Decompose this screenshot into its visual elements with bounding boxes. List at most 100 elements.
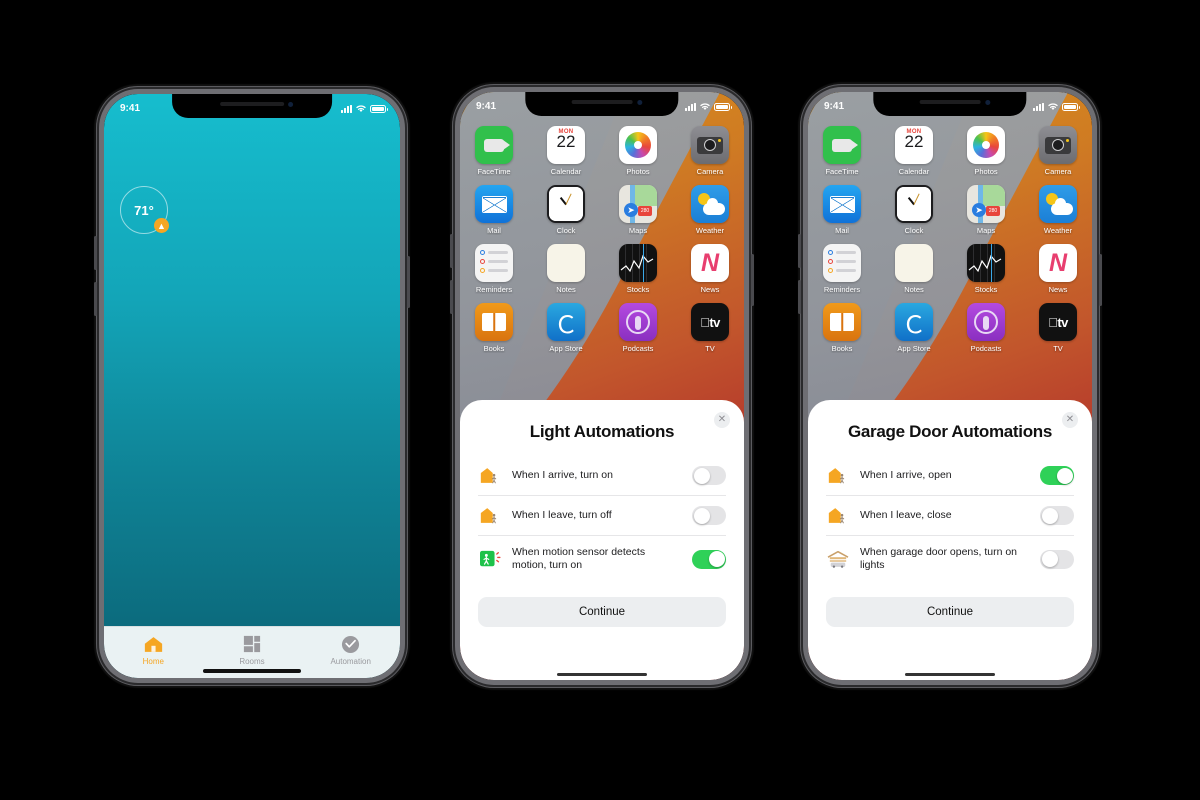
automation-row[interactable]: When I leave, turn off	[478, 495, 726, 535]
springboard-screen: 9:41 FaceTime MON 22 Calendar Photos Cam…	[460, 92, 744, 680]
battery-icon	[1062, 102, 1080, 111]
automation-toggle[interactable]	[692, 466, 726, 486]
news-icon: N	[1039, 244, 1077, 282]
app-clock[interactable]: Clock	[890, 185, 938, 235]
app-weather[interactable]: Weather	[1034, 185, 1082, 235]
mail-icon	[823, 185, 861, 223]
app-reminders[interactable]: Reminders	[470, 244, 518, 294]
close-icon[interactable]: ✕	[1062, 412, 1078, 428]
app-books[interactable]: Books	[470, 303, 518, 353]
app-label: Photos	[974, 167, 998, 176]
app-camera[interactable]: Camera	[686, 126, 734, 176]
app-camera[interactable]: Camera	[1034, 126, 1082, 176]
power-button[interactable]	[751, 254, 754, 306]
app-clock[interactable]: Clock	[542, 185, 590, 235]
app-podcasts[interactable]: Podcasts	[962, 303, 1010, 353]
volume-buttons[interactable]	[94, 236, 97, 270]
automation-clock-icon	[301, 633, 400, 655]
app-label: TV	[705, 344, 715, 353]
books-icon	[823, 303, 861, 341]
notch	[172, 94, 332, 118]
automation-row[interactable]: When motion sensor detects motion, turn …	[478, 535, 726, 583]
news-icon: N	[691, 244, 729, 282]
automation-rows: When I arrive, turn on When I leave, tur…	[478, 456, 726, 583]
automation-rows: When I arrive, open When I leave, close …	[826, 456, 1074, 583]
automation-row[interactable]: When garage door opens, turn on lights	[826, 535, 1074, 583]
phone-screen-bezel: 9:41 FaceTime MON 22 Calendar Photos Cam…	[808, 92, 1092, 680]
continue-button[interactable]: Continue	[478, 596, 726, 627]
app-apple-tv[interactable]: tv TV	[686, 303, 734, 353]
garage-door-icon	[826, 549, 850, 569]
phone-screen-bezel: 9:41	[460, 92, 744, 680]
app-mail[interactable]: Mail	[818, 185, 866, 235]
app-facetime[interactable]: FaceTime	[470, 126, 518, 176]
app-facetime[interactable]: FaceTime	[818, 126, 866, 176]
photos-icon	[619, 126, 657, 164]
screenshot-stage: 9:41 71° ▲ Home Rooms Automation 9:41 Fa…	[0, 0, 1200, 800]
volume-down-button[interactable]	[450, 280, 453, 314]
calendar-icon: MON 22	[895, 126, 933, 164]
home-indicator[interactable]	[203, 669, 301, 673]
tab-home[interactable]: Home	[104, 633, 203, 666]
app-mail[interactable]: Mail	[470, 185, 518, 235]
app-label: App Store	[897, 344, 931, 353]
app-news[interactable]: N News	[1034, 244, 1082, 294]
rooms-grid-icon	[203, 633, 302, 655]
automation-row[interactable]: When I arrive, open	[826, 456, 1074, 495]
battery-icon	[714, 102, 732, 111]
power-button[interactable]	[407, 256, 410, 308]
app-label: Reminders	[823, 285, 861, 294]
app-weather[interactable]: Weather	[686, 185, 734, 235]
app-podcasts[interactable]: Podcasts	[614, 303, 662, 353]
stocks-icon	[619, 244, 657, 282]
tab-label: Automation	[330, 657, 371, 666]
tab-rooms[interactable]: Rooms	[203, 633, 302, 666]
app-reminders[interactable]: Reminders	[818, 244, 866, 294]
app-stocks[interactable]: Stocks	[962, 244, 1010, 294]
springboard-grid: FaceTime MON 22 Calendar Photos Camera M…	[460, 122, 744, 362]
app-notes[interactable]: Notes	[890, 244, 938, 294]
app-calendar[interactable]: MON 22 Calendar	[542, 126, 590, 176]
app-apple-tv[interactable]: tv TV	[1034, 303, 1082, 353]
automation-toggle[interactable]	[1040, 466, 1074, 486]
app-stocks[interactable]: Stocks	[614, 244, 662, 294]
app-photos[interactable]: Photos	[962, 126, 1010, 176]
app-news[interactable]: N News	[686, 244, 734, 294]
app-app-store[interactable]: Ｃ App Store	[890, 303, 938, 353]
home-indicator[interactable]	[557, 672, 647, 676]
app-store-icon: Ｃ	[895, 303, 933, 341]
house-leave-icon	[478, 506, 502, 525]
app-photos[interactable]: Photos	[614, 126, 662, 176]
close-icon[interactable]: ✕	[714, 412, 730, 428]
app-calendar[interactable]: MON 22 Calendar	[890, 126, 938, 176]
volume-up-button[interactable]	[450, 234, 453, 268]
automation-toggle[interactable]	[1040, 506, 1074, 526]
automation-row[interactable]: When I leave, close	[826, 495, 1074, 535]
camera-icon	[691, 126, 729, 164]
tab-automation[interactable]: Automation	[301, 633, 400, 666]
app-maps[interactable]: ➤ 280 Maps	[962, 185, 1010, 235]
app-books[interactable]: Books	[818, 303, 866, 353]
automation-toggle[interactable]	[1040, 549, 1074, 569]
automation-toggle[interactable]	[692, 549, 726, 569]
volume-up-button[interactable]	[798, 234, 801, 268]
app-maps[interactable]: ➤ 280 Maps	[614, 185, 662, 235]
automation-row[interactable]: When I arrive, turn on	[478, 456, 726, 495]
notes-icon	[895, 244, 933, 282]
cellular-bars-icon	[685, 102, 696, 111]
app-app-store[interactable]: Ｃ App Store	[542, 303, 590, 353]
icon-row: FaceTime MON 22 Calendar Photos Camera	[818, 126, 1082, 176]
home-indicator[interactable]	[905, 672, 995, 676]
automation-toggle[interactable]	[692, 506, 726, 526]
app-label: Calendar	[550, 167, 582, 176]
podcasts-icon	[619, 303, 657, 341]
icon-row: Books Ｃ App Store Podcasts tv TV	[470, 303, 734, 353]
tab-label: Rooms	[239, 657, 265, 666]
volume-down-button[interactable]	[798, 280, 801, 314]
app-notes[interactable]: Notes	[542, 244, 590, 294]
power-button[interactable]	[1099, 254, 1102, 306]
weather-icon	[1039, 185, 1077, 223]
volume-down-button[interactable]	[94, 282, 97, 316]
continue-button[interactable]: Continue	[826, 596, 1074, 627]
apple-tv-icon: tv	[1039, 303, 1077, 341]
